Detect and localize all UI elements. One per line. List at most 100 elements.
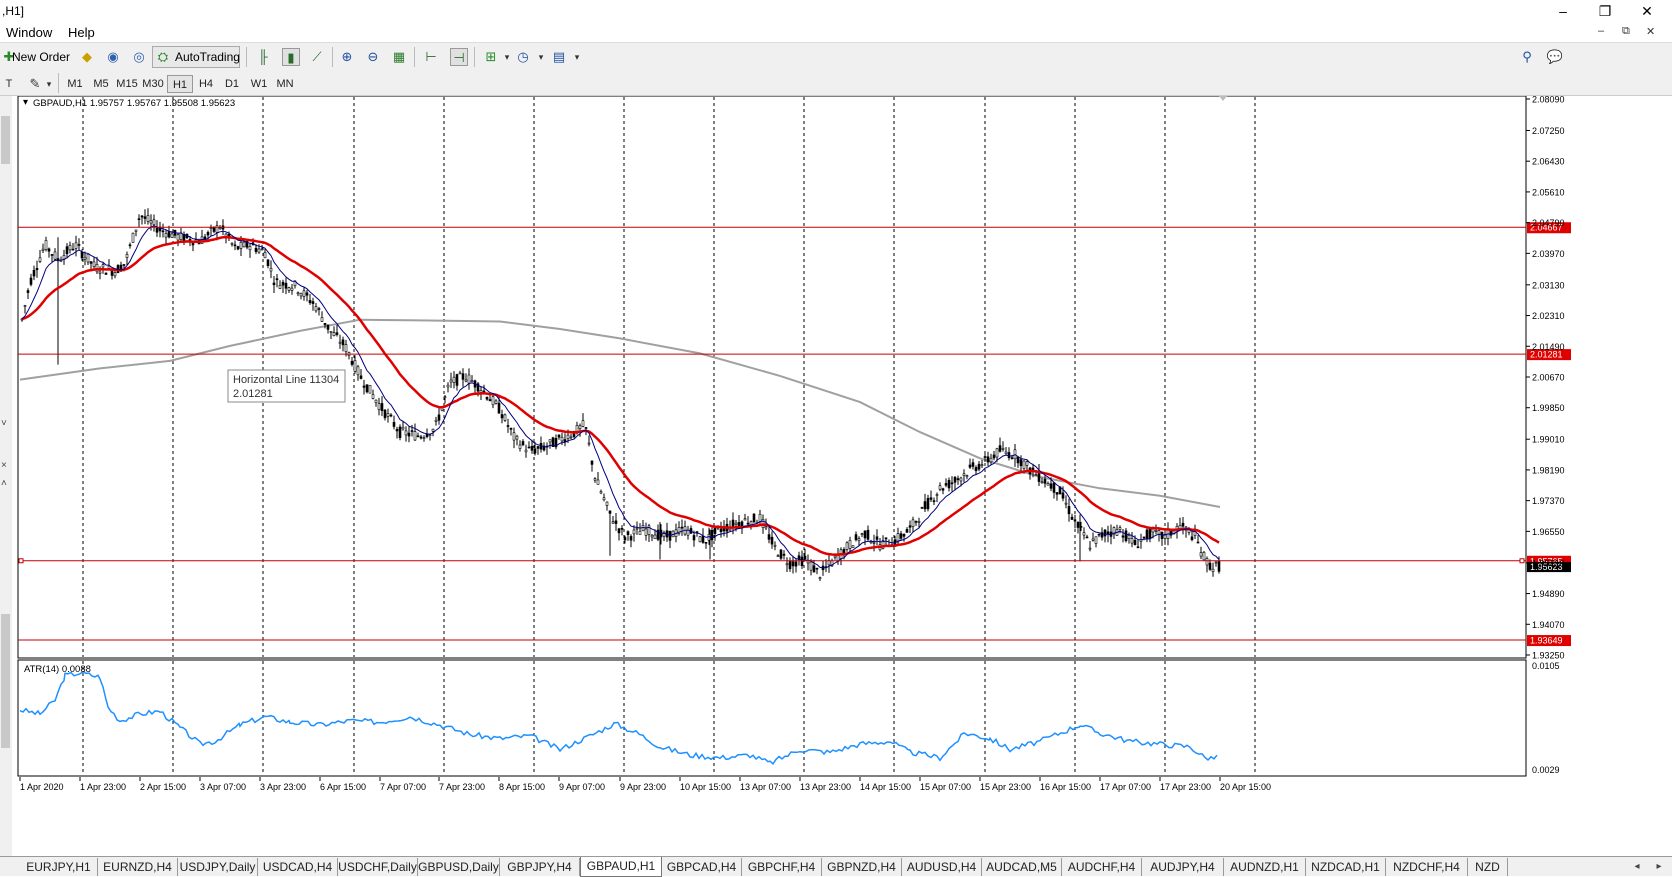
tab-usdcad-h4[interactable]: USDCAD,H4 [258,858,338,876]
candle-body [782,553,786,556]
timeframe-d1[interactable]: D1 [219,75,245,93]
candle-body [32,269,36,277]
signals-icon[interactable]: ◎ [130,48,148,66]
candle-body [281,281,285,286]
tab-nzdchf-h4[interactable]: NZDCHF,H4 [1386,858,1468,876]
candle-body [1127,535,1131,540]
text-tool-icon[interactable]: T [0,75,18,93]
mdi-minimize-button[interactable]: – [1598,25,1604,37]
candle-body [443,396,447,398]
candle-body [452,376,456,383]
candle-body [74,242,78,249]
tab-audjpy-h4[interactable]: AUDJPY,H4 [1142,858,1224,876]
scroll-down-arrow-icon[interactable]: ˅ [1,418,7,429]
candle-body [989,457,993,463]
line-handle[interactable] [18,558,24,564]
separator [246,47,247,67]
close-button[interactable]: ✕ [1632,2,1662,20]
tab-nzd[interactable]: NZD [1468,858,1508,876]
search-icon[interactable]: ⚲ [1518,48,1536,66]
metaeditor-icon[interactable]: ◆ [78,48,96,66]
chart-shift-icon[interactable]: ⊢ [422,48,440,66]
candle-body [419,436,423,439]
tab-nzdcad-h1[interactable]: NZDCAD,H1 [1306,858,1386,876]
market-watch-icon[interactable]: ◉ [104,48,122,66]
tab-audnzd-h1[interactable]: AUDNZD,H1 [1224,858,1306,876]
mdi-restore-button[interactable]: ⧉ [1622,25,1630,38]
candle-body [77,244,81,246]
timeframe-m30[interactable]: M30 [140,75,166,93]
tab-gbpcad-h4[interactable]: GBPCAD,H4 [662,858,742,876]
tab-usdjpy-daily[interactable]: USDJPY,Daily [178,858,258,876]
candlestick-chart-icon[interactable]: ▮ [282,48,300,66]
candle-body [764,526,768,529]
candle-body [1070,516,1074,520]
timeframe-h1[interactable]: H1 [167,75,193,93]
timeframe-mn[interactable]: MN [272,75,298,93]
auto-scroll-icon[interactable]: ⊣ [450,48,468,66]
tab-audusd-h4[interactable]: AUDUSD,H4 [902,858,982,876]
chart-collapse-icon[interactable]: ▾ [23,97,28,108]
menu-window[interactable]: Window [6,25,52,40]
scrollbar-thumb[interactable] [1,116,10,164]
line-handle[interactable] [1519,558,1525,564]
scrollbar-thumb[interactable] [1,614,10,748]
tab-gbpaud-h1[interactable]: GBPAUD,H1 [580,857,662,877]
tile-windows-icon[interactable]: ▦ [390,48,408,66]
separator [474,47,475,67]
restore-button[interactable]: ❐ [1590,2,1620,20]
tab-gbpchf-h4[interactable]: GBPCHF,H4 [742,858,822,876]
time-tick-label: 14 Apr 15:00 [860,782,911,792]
candle-body [1205,558,1209,566]
tab-scroll-right-icon[interactable]: ▸ [1650,858,1668,876]
candle-body [818,577,822,580]
chat-icon[interactable]: 💬 [1546,48,1564,66]
mdi-close-button[interactable]: ✕ [1646,25,1655,38]
timeframe-m15[interactable]: M15 [114,75,140,93]
templates-icon[interactable]: ▤ [550,48,568,66]
candle-body [521,441,525,446]
line-chart-icon[interactable]: ⟋ [308,48,326,66]
candle-body [1085,536,1089,539]
zoom-in-icon[interactable]: ⊕ [338,48,356,66]
candle-body [275,278,279,281]
timeframe-m1[interactable]: M1 [62,75,88,93]
periods-icon[interactable]: ◷ [514,48,532,66]
candle-body [812,565,816,573]
tab-gbpusd-daily[interactable]: GBPUSD,Daily [418,858,500,876]
autotrading-button[interactable]: ⛭ AutoTrading [152,46,240,68]
timeframe-h4[interactable]: H4 [193,75,219,93]
tab-audchf-h4[interactable]: AUDCHF,H4 [1062,858,1142,876]
new-order-button[interactable]: New Order [12,47,70,67]
candle-body [884,537,888,540]
chevron-down-icon[interactable]: ▾ [568,48,586,66]
zoom-out-icon[interactable]: ⊖ [364,48,382,66]
tab-usdchf-daily[interactable]: USDCHF,Daily [338,858,418,876]
tab-eurnzd-h4[interactable]: EURNZD,H4 [98,858,178,876]
time-tick-label: 15 Apr 07:00 [920,782,971,792]
separator [414,47,415,67]
tab-scroll-left-icon[interactable]: ◂ [1628,858,1646,876]
timeframe-m5[interactable]: M5 [88,75,114,93]
tab-eurjpy-h1[interactable]: EURJPY,H1 [20,858,98,876]
candle-body [326,324,330,330]
tab-gbpjpy-h4[interactable]: GBPJPY,H4 [500,858,580,876]
tab-audcad-m5[interactable]: AUDCAD,M5 [982,858,1062,876]
menu-help[interactable]: Help [68,25,95,40]
candle-body [971,462,975,467]
chevron-down-icon[interactable]: ▾ [40,75,58,93]
scroll-up-arrow-icon[interactable]: ˄ [1,478,7,489]
tab-gbpnzd-h4[interactable]: GBPNZD,H4 [822,858,902,876]
candle-body [485,397,489,400]
candle-body [302,290,306,297]
bar-chart-icon[interactable]: ╟ [254,48,272,66]
price-chart[interactable]: ˅ × ˄ 2.046672.012811.957651.936491.9562… [0,95,1672,856]
candle-body [719,528,723,533]
candle-body [905,529,909,533]
candle-body [248,246,252,251]
timeframe-w1[interactable]: W1 [246,75,272,93]
scroll-close-icon[interactable]: × [1,460,7,471]
chevron-down-icon[interactable]: ▾ [532,48,550,66]
chart-window[interactable]: ˅ × ˄ 2.04667 2.01281 1.95765 1.93649 1.9562… [0,95,1672,856]
minimize-button[interactable]: – [1548,2,1578,20]
